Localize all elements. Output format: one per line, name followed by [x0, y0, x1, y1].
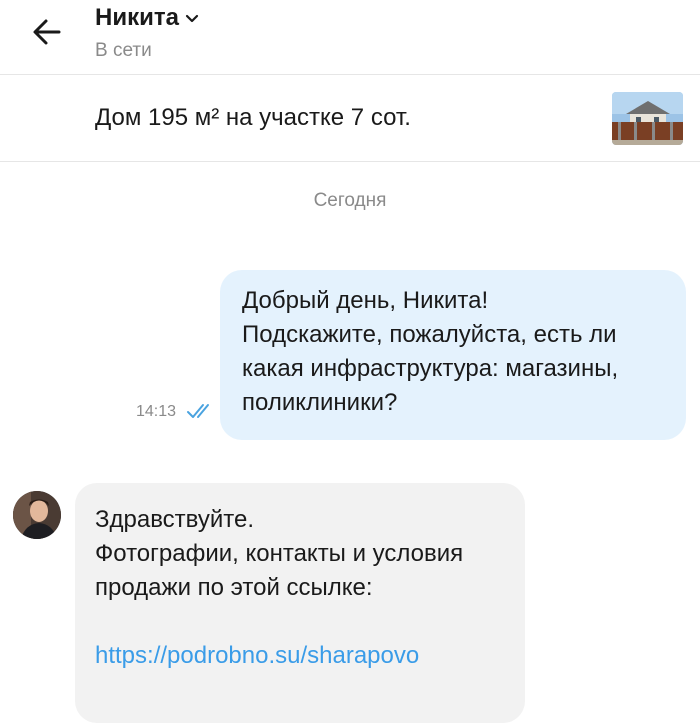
back-button[interactable]	[28, 12, 68, 52]
chevron-down-icon	[185, 14, 199, 23]
outgoing-message-bubble[interactable]: Добрый день, Никита! Подскажите, пожалуй…	[220, 270, 686, 440]
listing-thumbnail[interactable]	[612, 92, 683, 145]
house-photo-image	[612, 92, 683, 145]
contact-status: В сети	[95, 40, 152, 61]
avatar-photo-image	[13, 491, 61, 539]
message-time: 14:13	[136, 403, 177, 420]
message-link[interactable]: https://podrobno.su/sharapovo	[95, 639, 505, 673]
back-arrow-icon	[33, 19, 61, 45]
contact-name-dropdown[interactable]: Никита	[95, 4, 199, 32]
incoming-message-text: Здравствуйте. Фотографии, контакты и усл…	[95, 506, 464, 601]
contact-avatar[interactable]	[13, 491, 61, 539]
contact-name: Никита	[95, 4, 179, 31]
listing-title[interactable]: Дом 195 м² на участке 7 сот.	[95, 104, 411, 132]
outgoing-message-text: Добрый день, Никита! Подскажите, пожалуй…	[242, 287, 619, 416]
incoming-message-bubble[interactable]: Здравствуйте. Фотографии, контакты и усл…	[75, 483, 525, 723]
double-check-icon	[187, 404, 209, 418]
chat-header: Никита В сети	[0, 0, 700, 75]
date-separator: Сегодня	[313, 190, 387, 211]
